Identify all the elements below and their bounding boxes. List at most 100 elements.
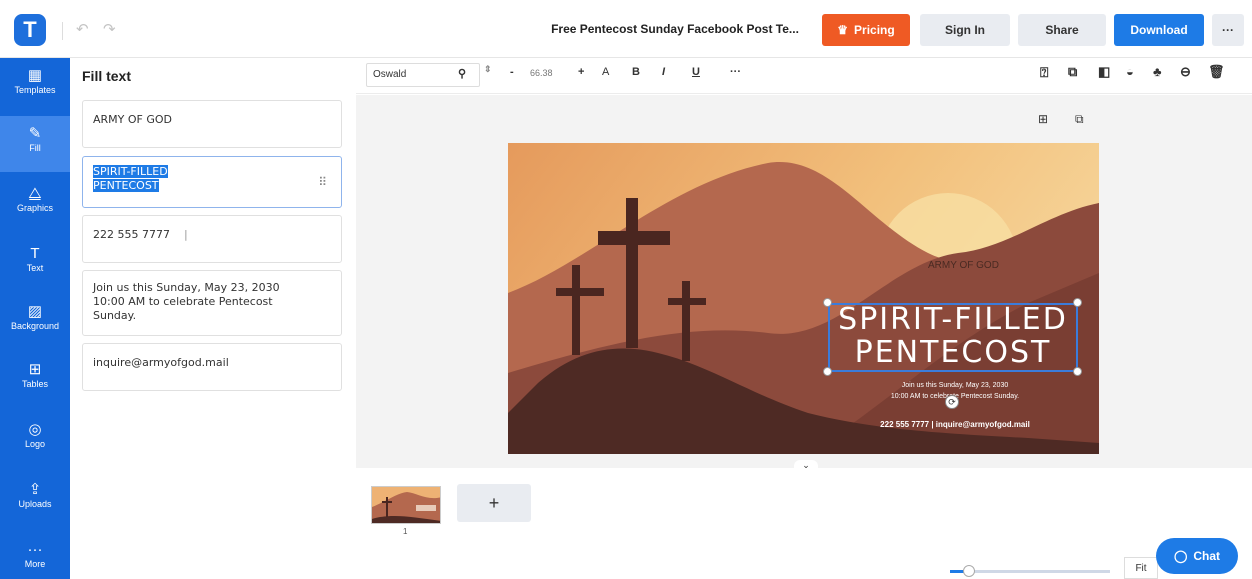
chat-button[interactable]: ◯ Chat <box>1156 538 1238 574</box>
logo-icon[interactable]: T <box>14 14 46 46</box>
sidebar-item-text[interactable]: T Text <box>0 236 70 292</box>
page-number: 1 <box>403 527 408 536</box>
logo-badge-icon: ◎ <box>28 421 42 438</box>
pencil-icon: ✎ <box>28 125 42 142</box>
text-field-headline[interactable]: SPIRIT-FILLED PENTECOST ⠿ <box>82 156 342 208</box>
search-icon[interactable]: ⚲ <box>458 67 466 80</box>
redo-icon[interactable]: ↷ <box>103 20 116 38</box>
field-text: inquire@armyofgod.mail <box>93 356 229 369</box>
chat-bubble-icon: ◯ <box>1173 549 1188 563</box>
more-options-button[interactable]: ··· <box>1212 14 1244 46</box>
download-button[interactable]: Download <box>1114 14 1204 46</box>
crown-icon: ♛ <box>837 23 849 37</box>
selected-text: SPIRIT-FILLED <box>93 165 168 178</box>
sidebar-item-label: Background <box>10 321 60 331</box>
app: T ↶ ↷ Free Pentecost Sunday Facebook Pos… <box>0 0 1252 579</box>
rotate-handle-icon[interactable]: ⟳ <box>945 395 959 409</box>
share-button[interactable]: Share <box>1018 14 1106 46</box>
italic-button[interactable]: I <box>662 66 665 78</box>
design-canvas[interactable] <box>508 143 1099 454</box>
selected-text: PENTECOST <box>93 179 159 192</box>
text-icon: T <box>30 245 40 262</box>
sidebar-item-label: Uploads <box>18 499 52 509</box>
thumbnail-artwork <box>372 487 440 523</box>
sidebar-item-logo[interactable]: ◎ Logo <box>0 412 70 468</box>
link-icon[interactable]: ⊖ <box>1180 64 1191 80</box>
sidebar-item-label: Tables <box>21 379 48 389</box>
text-toolbar: Oswald ⚲ ⇕ - 66.38 + A B I U ··· ⍰ ⧉ ◧ ◒… <box>356 58 1252 94</box>
bold-button[interactable]: B <box>632 66 640 78</box>
copy-page-icon[interactable]: ⧉ <box>1075 112 1084 127</box>
design-artwork <box>508 143 1099 454</box>
field-text: Join us this Sunday, May 23, 2030 <box>93 281 280 294</box>
underline-button[interactable]: U <box>692 66 700 78</box>
sidebar-item-label: More <box>24 559 46 569</box>
design-text-army[interactable]: ARMY OF GOD <box>928 260 999 271</box>
panel-title: Fill text <box>82 68 132 84</box>
selection-box[interactable] <box>828 303 1078 372</box>
chat-label: Chat <box>1193 549 1221 563</box>
drag-handle-icon[interactable]: ⠿ <box>318 175 327 189</box>
resize-handle[interactable] <box>823 367 832 376</box>
design-text-contact[interactable]: 222 555 7777 | inquire@armyofgod.mail <box>850 420 1060 429</box>
more-text-options[interactable]: ··· <box>730 66 741 78</box>
add-page-button[interactable]: + <box>457 484 531 522</box>
stepper-icon[interactable]: ⇕ <box>484 64 492 75</box>
font-size-value[interactable]: 66.38 <box>530 68 553 78</box>
undo-icon[interactable]: ↶ <box>76 20 89 38</box>
left-sidebar: ▦ Templates ✎ Fill ⧋ Graphics T Text ▨ Backgr… <box>0 58 70 579</box>
resize-handle[interactable] <box>1073 298 1082 307</box>
zoom-slider-handle[interactable] <box>963 565 975 577</box>
layer-icon[interactable]: ◧ <box>1098 64 1110 80</box>
duplicate-icon[interactable]: ⧉ <box>1068 64 1077 80</box>
shapes-icon: ⧋ <box>28 185 42 202</box>
text-field-army[interactable]: ARMY OF GOD <box>82 100 342 148</box>
pricing-button[interactable]: ♛ Pricing <box>822 14 910 46</box>
templates-icon: ▦ <box>27 67 43 84</box>
sign-in-button[interactable]: Sign In <box>920 14 1010 46</box>
decrease-size-button[interactable]: - <box>510 66 514 78</box>
table-icon: ⊞ <box>28 361 42 378</box>
top-bar: T ↶ ↷ Free Pentecost Sunday Facebook Pos… <box>0 0 1252 58</box>
upload-cloud-icon: ⇪ <box>28 481 42 498</box>
position-icon[interactable]: ♣ <box>1153 64 1162 79</box>
increase-size-button[interactable]: + <box>578 66 584 78</box>
field-text: ARMY OF GOD <box>93 113 173 126</box>
format-painter-icon[interactable]: ⍰ <box>1040 64 1048 81</box>
fit-button[interactable]: Fit <box>1124 557 1158 579</box>
text-field-phone[interactable]: 222 555 7777 | <box>82 215 342 263</box>
sidebar-item-uploads[interactable]: ⇪ Uploads <box>0 472 70 528</box>
more-icon: ··· <box>27 541 43 558</box>
resize-handle[interactable] <box>823 298 832 307</box>
field-text: Sunday. <box>93 309 137 322</box>
add-element-icon[interactable]: ⊞ <box>1038 112 1048 126</box>
sidebar-item-label: Graphics <box>16 203 53 213</box>
text-cursor: | <box>183 228 188 241</box>
fill-text-panel: Fill text ARMY OF GOD SPIRIT-FILLED PENT… <box>70 58 356 579</box>
opacity-icon[interactable]: ◒ <box>1126 64 1134 79</box>
document-title[interactable]: Free Pentecost Sunday Facebook Post Te..… <box>540 22 810 36</box>
background-icon: ▨ <box>27 303 43 320</box>
text-color-button[interactable]: A <box>602 66 609 78</box>
sidebar-item-tables[interactable]: ⊞ Tables <box>0 352 70 408</box>
field-text: 10:00 AM to celebrate Pentecost <box>93 295 273 308</box>
chevron-down-icon[interactable]: ⌄ <box>794 460 818 472</box>
delete-icon[interactable]: 🗑 <box>1208 64 1225 80</box>
field-text: 222 555 7777 <box>93 228 170 241</box>
pricing-label: Pricing <box>854 23 895 37</box>
sidebar-item-background[interactable]: ▨ Background <box>0 294 70 350</box>
sidebar-item-label: Logo <box>24 439 46 449</box>
divider <box>62 22 63 40</box>
resize-handle[interactable] <box>1073 367 1082 376</box>
text-field-details[interactable]: Join us this Sunday, May 23, 2030 10:00 … <box>82 270 342 336</box>
sidebar-item-fill[interactable]: ✎ Fill <box>0 116 70 172</box>
text-field-email[interactable]: inquire@armyofgod.mail <box>82 343 342 391</box>
sidebar-item-label: Templates <box>14 85 56 95</box>
sidebar-item-label: Text <box>26 263 44 273</box>
font-name: Oswald <box>373 69 407 80</box>
page-thumbnail[interactable] <box>371 486 441 524</box>
sidebar-item-templates[interactable]: ▦ Templates <box>0 58 70 114</box>
sidebar-item-graphics[interactable]: ⧋ Graphics <box>0 176 70 232</box>
design-text-line-1[interactable]: Join us this Sunday, May 23, 2030 <box>850 381 1060 390</box>
sidebar-item-more[interactable]: ··· More <box>0 532 70 579</box>
